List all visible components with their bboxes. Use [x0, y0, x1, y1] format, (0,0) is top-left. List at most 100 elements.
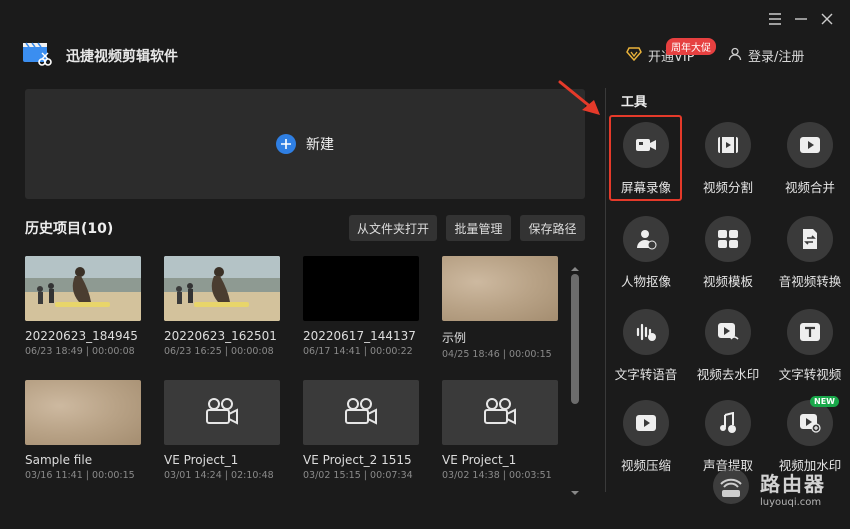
history-item[interactable]: VE Project_2 1515 03/02 15:15 | 00:07:34 [303, 380, 419, 481]
text-to-video-icon [787, 309, 833, 355]
meta-separator: | [360, 346, 371, 357]
text-to-speech-icon [623, 309, 669, 355]
project-thumbnail[interactable] [303, 380, 419, 445]
screen-record-highlight [609, 115, 682, 201]
history-item[interactable]: 20220617_144137 06/17 14:41 | 00:00:22 [303, 256, 419, 357]
history-item-name: VE Project_1 [164, 453, 239, 467]
remove-watermark-icon [705, 309, 751, 355]
av-convert-icon [787, 216, 833, 262]
window-controls [768, 12, 834, 26]
history-item-date: 04/25 18:46 [442, 349, 500, 360]
history-item-date: 03/16 11:41 [25, 470, 83, 481]
history-item-meta: 03/01 14:24 | 02:10:48 [164, 470, 280, 481]
video-camera-icon [205, 397, 239, 429]
video-thumbnail[interactable] [25, 256, 141, 321]
video-thumbnail[interactable] [164, 256, 280, 321]
tool-label: 视频压缩 [620, 458, 671, 473]
history-item-duration: 00:07:34 [370, 470, 413, 481]
project-thumbnail[interactable] [442, 380, 558, 445]
login-label: 登录/注册 [748, 50, 805, 65]
history-item-date: 03/02 14:38 [442, 470, 500, 481]
meta-separator: | [360, 470, 371, 481]
tool-video-split[interactable]: 视频分割 [688, 122, 768, 196]
video-compress-icon [623, 400, 669, 446]
history-item-meta: 03/02 15:15 | 00:07:34 [303, 470, 419, 481]
diamond-icon [626, 46, 642, 65]
tool-remove-watermark[interactable]: 视频去水印 [688, 309, 768, 383]
history-item[interactable]: Sample file 03/16 11:41 | 00:00:15 [25, 380, 141, 481]
history-item-name: 20220623_162501 [164, 329, 277, 343]
tool-label: 音视频转换 [778, 274, 842, 289]
history-item-name: 20220623_184945 [25, 329, 138, 343]
meta-separator: | [221, 346, 232, 357]
meta-separator: | [499, 470, 510, 481]
history-item[interactable]: 示例 04/25 18:46 | 00:00:15 [442, 256, 558, 360]
new-project-label: 新建 [306, 137, 334, 153]
history-item-date: 06/23 18:49 [25, 346, 83, 357]
tool-label: 视频合并 [784, 180, 835, 195]
history-item-meta: 06/23 16:25 | 00:00:08 [164, 346, 280, 357]
site-watermark: 路由器 luyouqi.com [708, 466, 826, 510]
history-item[interactable]: 20220623_184945 06/23 18:49 | 00:00:08 [25, 256, 141, 357]
tool-text-to-speech[interactable]: 文字转语音 [606, 309, 686, 383]
tool-label: 视频分割 [702, 180, 753, 195]
scroll-up-icon[interactable] [571, 258, 579, 271]
history-item-date: 03/02 15:15 [303, 470, 361, 481]
tool-video-template[interactable]: 视频模板 [688, 216, 768, 290]
history-item-duration: 00:00:08 [92, 346, 135, 357]
history-scrollbar[interactable] [570, 258, 580, 495]
meta-separator: | [499, 349, 510, 360]
tool-label: 视频去水印 [696, 367, 760, 382]
tool-video-merge[interactable]: 视频合并 [770, 122, 850, 196]
new-badge: NEW [810, 396, 839, 407]
history-title: 历史项目(10) [25, 221, 114, 237]
save-path-button[interactable]: 保存路径 [520, 215, 585, 241]
project-thumbnail[interactable] [164, 380, 280, 445]
login-button[interactable]: 登录/注册 [728, 46, 804, 65]
tool-label: 视频模板 [702, 274, 753, 289]
history-item[interactable]: 20220623_162501 06/23 16:25 | 00:00:08 [164, 256, 280, 357]
tool-av-convert[interactable]: 音视频转换 [770, 216, 850, 290]
new-project-button[interactable]: 新建 [25, 89, 585, 199]
tool-video-compress[interactable]: 视频压缩 [606, 400, 686, 474]
video-split-icon [705, 122, 751, 168]
open-folder-button[interactable]: 从文件夹打开 [349, 215, 437, 241]
meta-separator: | [82, 470, 93, 481]
history-item-name: VE Project_1 [442, 453, 517, 467]
minimize-icon[interactable] [794, 12, 808, 26]
history-item[interactable]: VE Project_1 03/02 14:38 | 00:03:51 [442, 380, 558, 481]
history-item-duration: 00:03:51 [509, 470, 552, 481]
tool-add-watermark[interactable]: 视频加水印 [770, 400, 850, 474]
promo-badge: 周年大促 [666, 38, 716, 55]
close-icon[interactable] [820, 12, 834, 26]
batch-manage-button[interactable]: 批量管理 [446, 215, 511, 241]
portrait-cutout-icon [623, 216, 669, 262]
hamburger-icon[interactable] [768, 12, 782, 26]
history-item-date: 03/01 14:24 [164, 470, 222, 481]
video-merge-icon [787, 122, 833, 168]
video-thumbnail[interactable] [25, 380, 141, 445]
history-item-name: VE Project_2 1515 [303, 453, 412, 467]
scrollbar-thumb[interactable] [571, 274, 579, 404]
history-item-meta: 06/17 14:41 | 00:00:22 [303, 346, 419, 357]
history-item-meta: 03/16 11:41 | 00:00:15 [25, 470, 141, 481]
user-icon [728, 47, 742, 65]
scroll-down-icon[interactable] [571, 482, 579, 495]
video-thumbnail[interactable] [442, 256, 558, 321]
tool-audio-extract[interactable]: 声音提取 [688, 400, 768, 474]
history-item-duration: 00:00:15 [509, 349, 552, 360]
app-title: 迅捷视频剪辑软件 [66, 49, 178, 65]
router-icon [708, 466, 754, 510]
video-camera-icon [483, 397, 517, 429]
watermark-en: luyouqi.com [760, 497, 822, 508]
history-item-date: 06/23 16:25 [164, 346, 222, 357]
meta-separator: | [82, 346, 93, 357]
history-item-meta: 04/25 18:46 | 00:00:15 [442, 349, 558, 360]
tool-portrait-cutout[interactable]: 人物抠像 [606, 216, 686, 290]
history-item-duration: 00:00:22 [370, 346, 413, 357]
history-item[interactable]: VE Project_1 03/01 14:24 | 02:10:48 [164, 380, 280, 481]
tool-text-to-video[interactable]: 文字转视频 [770, 309, 850, 383]
tool-label: 人物抠像 [620, 274, 671, 289]
video-thumbnail[interactable] [303, 256, 419, 321]
history-item-duration: 02:10:48 [231, 470, 274, 481]
